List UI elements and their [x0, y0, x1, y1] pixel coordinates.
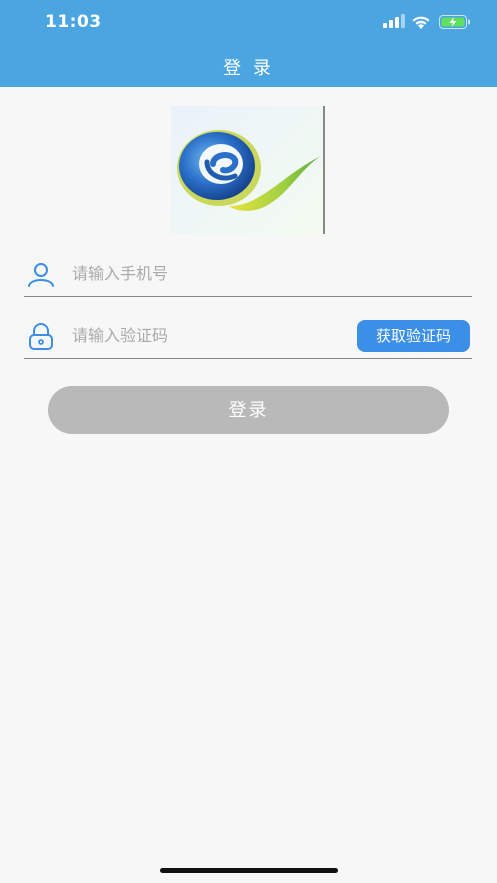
phone-row: [24, 236, 472, 297]
page-title: 登 录: [223, 58, 274, 79]
user-icon: [28, 263, 54, 287]
signal-icon: [383, 14, 405, 28]
battery-icon: [439, 15, 470, 29]
logo-image: [171, 106, 325, 234]
header-bar: 11:03 登 录: [0, 0, 497, 87]
lock-icon: [29, 323, 53, 350]
home-indicator: [160, 868, 338, 873]
wifi-icon: [412, 16, 430, 29]
get-code-button[interactable]: 获取验证码: [357, 320, 470, 352]
code-input[interactable]: [72, 320, 332, 350]
login-button[interactable]: 登录: [48, 386, 449, 434]
code-row: 获取验证码: [24, 298, 472, 359]
logo-graphic: [177, 130, 321, 211]
logo-border: [323, 106, 325, 234]
status-time: 11:03: [45, 12, 102, 32]
phone-input[interactable]: [72, 258, 332, 288]
